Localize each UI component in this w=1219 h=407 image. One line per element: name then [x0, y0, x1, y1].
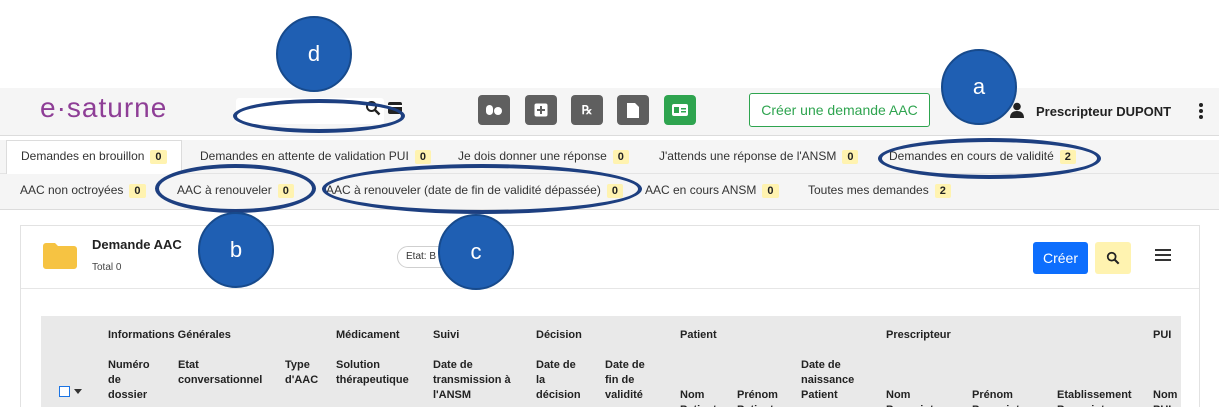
- annotation-marker-a: a: [941, 49, 1017, 125]
- document-button[interactable]: [617, 95, 649, 125]
- column-header[interactable]: Nom Patient: [680, 388, 726, 407]
- tab-demandes-brouillon[interactable]: Demandes en brouillon 0: [6, 140, 182, 174]
- column-header[interactable]: Date de naissance Patient: [801, 358, 867, 403]
- rx-icon: ℞: [581, 103, 593, 117]
- panel-title: Demande AAC: [92, 237, 182, 252]
- tab-label: Demandes en brouillon: [21, 149, 145, 163]
- tab-label: J'attends une réponse de l'ANSM: [659, 149, 837, 163]
- column-header[interactable]: Etat conversationnel: [178, 358, 278, 388]
- group-header: Suivi: [433, 329, 460, 341]
- top-navigation-bar: e·saturne ℞ Créer une demande AAC Prescr…: [0, 88, 1219, 136]
- column-header[interactable]: Numéro de dossier: [108, 358, 163, 403]
- tab-attente-validation-pui[interactable]: Demandes en attente de validation PUI 0: [200, 149, 431, 164]
- create-aac-request-button[interactable]: Créer une demande AAC: [749, 93, 930, 127]
- tab-attends-reponse-ansm[interactable]: J'attends une réponse de l'ANSM 0: [659, 149, 859, 164]
- count-badge: 0: [414, 150, 431, 164]
- count-badge: 0: [762, 184, 779, 198]
- pills-icon-button[interactable]: [478, 95, 510, 125]
- tab-label: AAC non octroyées: [20, 183, 124, 197]
- column-header[interactable]: Nom Prescripteur: [886, 388, 960, 407]
- kebab-menu-icon[interactable]: [1198, 102, 1204, 120]
- count-badge: 2: [934, 184, 951, 198]
- annotation-marker-d: d: [276, 16, 352, 92]
- group-header: Décision: [536, 329, 582, 341]
- table-header: Informations Générales Médicament Suivi …: [41, 316, 1181, 407]
- tab-label: Je dois donner une réponse: [458, 149, 607, 163]
- total-count: Total 0: [92, 262, 122, 273]
- tab-label: AAC en cours ANSM: [645, 183, 757, 197]
- group-header: Médicament: [336, 329, 400, 341]
- column-header[interactable]: Date de transmission à l'ANSM: [433, 358, 525, 403]
- tab-toutes-mes-demandes[interactable]: Toutes mes demandes 2: [808, 183, 951, 198]
- demande-aac-panel: Demande AAC Total 0 Etat: B Créer Inform…: [20, 225, 1200, 407]
- prescription-button[interactable]: ℞: [571, 95, 603, 125]
- column-header[interactable]: Solution thérapeutique: [336, 358, 422, 388]
- table-search-button[interactable]: [1095, 242, 1131, 274]
- annotation-ellipse-b: [155, 164, 316, 213]
- plus-square-button[interactable]: [525, 95, 557, 125]
- create-button[interactable]: Créer: [1033, 242, 1088, 274]
- app-logo[interactable]: e·saturne: [40, 92, 167, 124]
- pills-icon: [486, 105, 502, 115]
- group-header: Patient: [680, 329, 717, 341]
- file-icon: [627, 102, 639, 118]
- group-header: PUI: [1153, 329, 1172, 341]
- annotation-ellipse-d: [233, 99, 405, 133]
- group-header: Prescripteur: [886, 329, 951, 341]
- group-header: Informations Générales: [108, 329, 231, 341]
- divider: [21, 288, 1199, 289]
- search-icon: [1106, 251, 1120, 265]
- column-header[interactable]: Date de fin de validité: [605, 358, 655, 403]
- column-header[interactable]: Prénom Prescripteur: [972, 388, 1044, 407]
- id-card-button[interactable]: [664, 95, 696, 125]
- column-header[interactable]: Nom PUI: [1153, 388, 1181, 407]
- count-badge: 0: [150, 150, 167, 164]
- tab-je-dois-repondre[interactable]: Je dois donner une réponse 0: [458, 149, 629, 164]
- tab-label: Demandes en attente de validation PUI: [200, 149, 409, 163]
- select-all-checkbox[interactable]: [59, 386, 70, 397]
- screenshot-stage: e·saturne ℞ Créer une demande AAC Prescr…: [0, 0, 1219, 407]
- tab-aac-non-octroyees[interactable]: AAC non octroyées 0: [20, 183, 146, 198]
- id-card-icon: [672, 104, 688, 116]
- tab-label: Toutes mes demandes: [808, 183, 929, 197]
- column-header[interactable]: Date de la décision: [536, 358, 586, 403]
- annotation-marker-b: b: [198, 212, 274, 288]
- count-badge: 0: [842, 150, 859, 164]
- column-header[interactable]: Prénom Patient: [737, 388, 787, 407]
- hamburger-menu-icon[interactable]: [1155, 248, 1171, 262]
- count-badge: 0: [612, 150, 629, 164]
- user-name[interactable]: Prescripteur DUPONT: [1036, 104, 1171, 119]
- tab-aac-en-cours-ansm[interactable]: AAC en cours ANSM 0: [645, 183, 779, 198]
- annotation-ellipse-c: [322, 164, 642, 214]
- plus-square-icon: [534, 103, 548, 117]
- count-badge: 0: [129, 184, 146, 198]
- folder-icon: [43, 243, 77, 269]
- column-header[interactable]: Etablissement Prescripteur: [1057, 388, 1141, 407]
- annotation-ellipse-a: [878, 138, 1101, 179]
- annotation-marker-c: c: [438, 214, 514, 290]
- column-header[interactable]: Type d'AAC: [285, 358, 325, 388]
- chevron-down-icon[interactable]: [74, 389, 82, 394]
